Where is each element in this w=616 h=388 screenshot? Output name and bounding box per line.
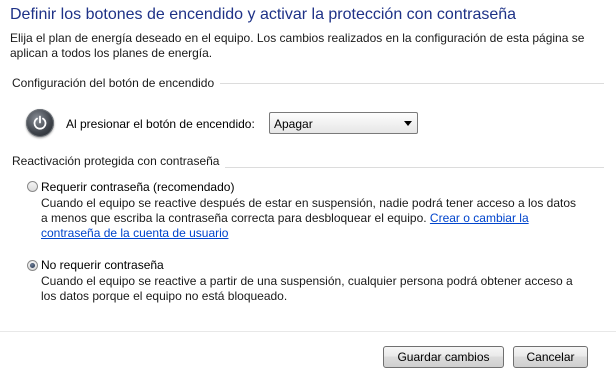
power-button-action-value: Apagar xyxy=(274,117,313,131)
power-button-action-select[interactable]: Apagar xyxy=(269,112,418,134)
require-password-description: Cuando el equipo se reactive después de … xyxy=(41,196,581,241)
power-button-icon xyxy=(26,109,54,137)
wake-section-heading: Reactivación protegida con contraseña xyxy=(12,154,226,168)
chevron-down-icon xyxy=(404,121,412,126)
no-password-label[interactable]: No requerir contraseña xyxy=(41,258,164,272)
change-password-link[interactable]: Crear o cambiar la xyxy=(430,211,529,225)
no-password-radio[interactable] xyxy=(27,260,38,271)
page-description: Elija el plan de energía deseado en el e… xyxy=(10,31,585,60)
require-password-desc-line1: Cuando el equipo se reactive después de … xyxy=(41,196,577,210)
no-password-description: Cuando el equipo se reactive a partir de… xyxy=(41,274,581,304)
no-password-desc-line1: Cuando el equipo se reactive a partir de… xyxy=(41,274,573,288)
page-title: Definir los botones de encendido y activ… xyxy=(10,6,517,23)
footer-divider xyxy=(0,331,616,332)
require-password-label[interactable]: Requerir contraseña (recomendado) xyxy=(41,180,234,194)
cancel-button[interactable]: Cancelar xyxy=(513,346,588,368)
power-section-heading: Configuración del botón de encendido xyxy=(12,76,221,90)
require-password-desc-line2-row: a menos que escriba la contraseña correc… xyxy=(41,211,581,226)
change-password-link-continued[interactable]: contraseña de la cuenta de usuario xyxy=(41,226,228,240)
no-password-desc-line2: los datos porque el equipo no está bloqu… xyxy=(41,289,288,303)
require-password-radio[interactable] xyxy=(27,181,38,192)
require-password-desc-line2: a menos que escriba la contraseña correc… xyxy=(41,211,430,225)
power-button-action-label: Al presionar el botón de encendido: xyxy=(66,117,255,131)
save-button[interactable]: Guardar cambios xyxy=(383,346,504,368)
